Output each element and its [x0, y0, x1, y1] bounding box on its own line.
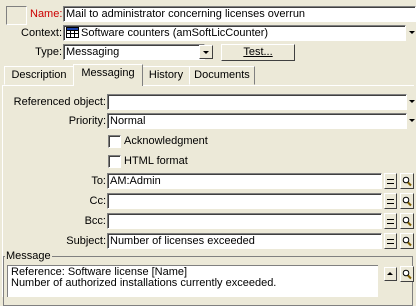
- subject-field[interactable]: Number of licenses exceeded: [107, 233, 382, 249]
- name-label: Name:: [30, 8, 63, 20]
- magnifier-icon: [402, 196, 412, 207]
- subject-search-button[interactable]: [400, 233, 414, 249]
- type-dropdown-button[interactable]: [199, 45, 213, 59]
- priority-select[interactable]: Normal: [107, 113, 407, 129]
- tab-description[interactable]: Description: [4, 66, 74, 85]
- cc-search-button[interactable]: [400, 193, 414, 209]
- to-label: To:: [91, 175, 106, 187]
- test-button[interactable]: Test...: [221, 44, 295, 61]
- cc-field[interactable]: [107, 193, 382, 209]
- referenced-object-field[interactable]: [107, 94, 407, 110]
- message-search-button[interactable]: [400, 266, 414, 282]
- magnifier-icon: [402, 236, 412, 247]
- referenced-object-dropdown-arrow[interactable]: [407, 94, 416, 110]
- to-edit-button[interactable]: [384, 173, 397, 189]
- magnifier-icon: [402, 176, 412, 187]
- message-body[interactable]: Reference: Software license [Name] Numbe…: [7, 265, 378, 297]
- type-select[interactable]: Messaging: [63, 44, 205, 60]
- subject-label: Subject:: [66, 235, 106, 247]
- table-icon: [66, 27, 79, 40]
- context-label: Context:: [21, 27, 62, 39]
- name-field[interactable]: Mail to administrator concerning license…: [63, 6, 416, 22]
- context-dropdown-arrow[interactable]: [407, 25, 416, 41]
- html-format-label: HTML format: [124, 155, 188, 167]
- type-label: Type:: [35, 46, 62, 58]
- record-image-placeholder[interactable]: [6, 6, 27, 25]
- bcc-label: Bcc:: [84, 215, 106, 227]
- cc-edit-button[interactable]: [384, 193, 397, 209]
- message-line: Number of authorized installations curre…: [11, 277, 277, 289]
- priority-dropdown-arrow[interactable]: [407, 113, 416, 129]
- cc-label: Cc:: [89, 195, 107, 207]
- referenced-object-label: Referenced object:: [13, 96, 106, 108]
- html-format-checkbox[interactable]: [108, 155, 121, 168]
- acknowledgment-checkbox[interactable]: [108, 135, 121, 148]
- to-search-button[interactable]: [400, 173, 414, 189]
- bcc-search-button[interactable]: [400, 213, 414, 229]
- to-field[interactable]: AM:Admin: [107, 173, 382, 189]
- subject-edit-button[interactable]: [384, 233, 397, 249]
- magnifier-icon: [402, 216, 412, 227]
- acknowledgment-label: Acknowledgment: [124, 135, 208, 147]
- tab-history[interactable]: History: [142, 66, 190, 85]
- tab-messaging[interactable]: Messaging: [73, 64, 143, 86]
- bcc-field[interactable]: [107, 213, 382, 229]
- message-scroll-up-button[interactable]: [384, 267, 397, 281]
- message-group-label: Message: [5, 250, 52, 262]
- priority-label: Priority:: [68, 115, 106, 127]
- context-field[interactable]: Software counters (amSoftLicCounter): [63, 25, 406, 41]
- magnifier-icon: [402, 269, 412, 280]
- bcc-edit-button[interactable]: [384, 213, 397, 229]
- tab-documents[interactable]: Documents: [189, 66, 255, 85]
- context-value: Software counters (amSoftLicCounter): [81, 27, 269, 39]
